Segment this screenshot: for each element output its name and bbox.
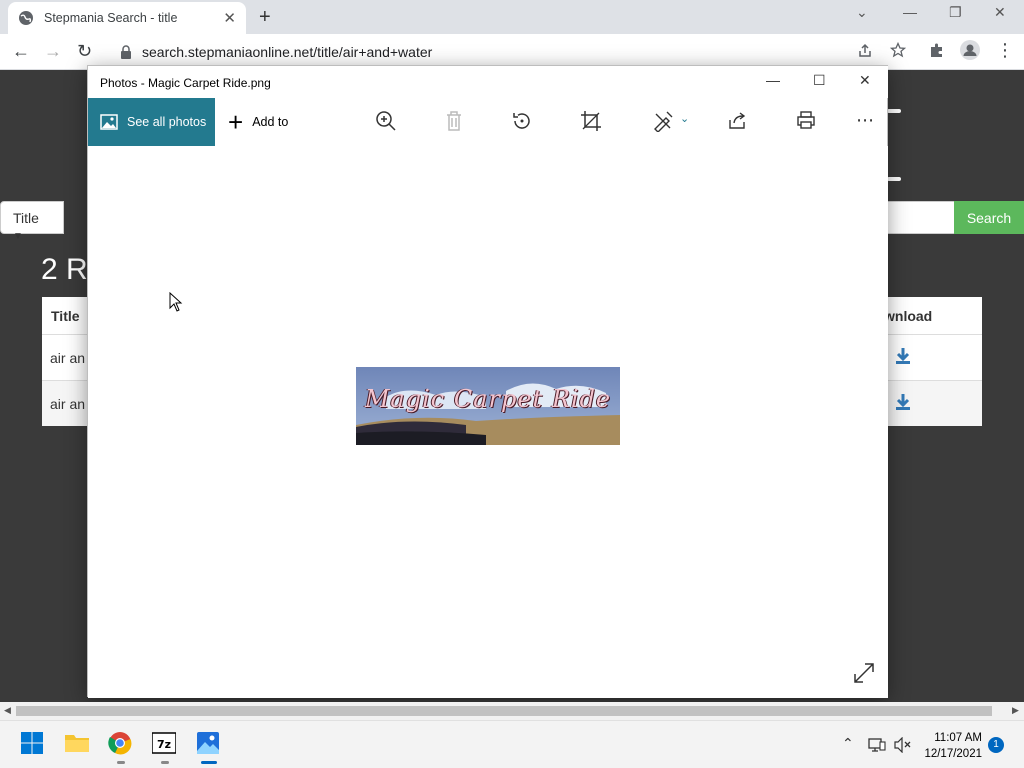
svg-text:7z: 7z	[157, 738, 171, 751]
search-field-dropdown[interactable]: Title ▼	[0, 201, 64, 242]
dropdown-label: Title	[13, 210, 39, 226]
delete-trash-icon[interactable]	[445, 110, 463, 132]
column-header-download: wnload	[884, 308, 933, 324]
active-indicator	[201, 761, 217, 764]
photos-titlebar: Photos - Magic Carpet Ride.png — ☐ ✕	[88, 66, 888, 98]
horizontal-scrollbar[interactable]: ◀ ▶	[0, 702, 1024, 720]
magic-carpet-ride-image: Magic Carpet Ride	[356, 367, 620, 445]
bookmark-star-icon[interactable]	[890, 42, 906, 58]
browser-tab[interactable]: Stepmania Search - title ✕	[8, 2, 246, 34]
photos-gallery-icon	[100, 114, 118, 130]
search-button[interactable]: Search	[954, 201, 1024, 234]
results-heading: 2 R	[41, 253, 88, 286]
7zip-icon: 7z	[151, 732, 177, 754]
notification-badge[interactable]: 1	[988, 737, 1004, 753]
nav-toggle-bar	[887, 177, 901, 181]
see-all-photos-label: See all photos	[127, 115, 207, 129]
see-all-photos-button[interactable]: See all photos	[88, 98, 215, 146]
share-icon[interactable]	[728, 110, 748, 130]
address-bar[interactable]: search.stepmaniaonline.net/title/air+and…	[110, 38, 890, 66]
photos-maximize-icon[interactable]: ☐	[813, 72, 826, 89]
system-clock[interactable]: 11:07 AM 12/17/2021	[920, 730, 982, 762]
row-title[interactable]: air an	[50, 396, 85, 412]
running-indicator	[161, 761, 169, 764]
photos-app-window: Photos - Magic Carpet Ride.png — ☐ ✕ See…	[87, 65, 888, 698]
photos-window-title: Photos - Magic Carpet Ride.png	[100, 76, 271, 90]
caret-down-icon: ▼	[13, 231, 23, 242]
back-icon[interactable]: ←	[12, 41, 30, 62]
scroll-left-icon[interactable]: ◀	[4, 705, 11, 716]
globe-icon	[19, 11, 33, 25]
restore-icon[interactable]: ❐	[949, 4, 962, 21]
browser-tab-strip: Stepmania Search - title ✕ + ⌄ — ❐ ✕	[0, 0, 1024, 34]
browser-menu-icon[interactable]: ⋮	[996, 40, 1014, 61]
tab-title: Stepmania Search - title	[44, 11, 178, 25]
7zip-button[interactable]: 7z	[151, 731, 178, 764]
column-header-title: Title	[51, 308, 80, 324]
row-title[interactable]: air an	[50, 350, 85, 366]
photos-close-icon[interactable]: ✕	[859, 72, 871, 89]
add-to-button[interactable]: + Add to	[228, 98, 288, 146]
crop-icon[interactable]	[580, 110, 602, 132]
photos-toolbar: See all photos + Add to ⌄ ⋯	[88, 98, 888, 146]
photos-app-icon	[197, 732, 219, 754]
scroll-right-icon[interactable]: ▶	[1012, 705, 1019, 716]
volume-muted-icon[interactable]	[894, 737, 912, 753]
image-title-text: Magic Carpet Ride	[364, 385, 612, 413]
chevron-down-icon[interactable]: ⌄	[680, 112, 689, 125]
chrome-button[interactable]	[108, 731, 134, 764]
close-window-icon[interactable]: ✕	[994, 4, 1006, 21]
print-icon[interactable]	[796, 110, 816, 130]
show-hidden-icons-chevron-icon[interactable]: ⌃	[842, 735, 854, 752]
clock-date: 12/17/2021	[924, 748, 982, 760]
clock-time: 11:07 AM	[934, 732, 982, 744]
windows-taskbar: 7z ⌃ 11:07 AM 12/17/2021 1	[0, 720, 1024, 768]
profile-avatar-icon[interactable]	[960, 40, 980, 60]
lock-icon	[121, 45, 131, 59]
reload-icon[interactable]: ↻	[77, 41, 92, 62]
forward-icon[interactable]: →	[44, 41, 62, 62]
edit-draw-icon[interactable]	[652, 110, 674, 132]
network-icon[interactable]	[868, 737, 886, 753]
photos-minimize-icon[interactable]: —	[766, 72, 780, 88]
download-icon[interactable]	[894, 393, 912, 411]
tab-search-chevron-icon[interactable]: ⌄	[856, 4, 868, 21]
more-options-icon[interactable]: ⋯	[856, 110, 874, 131]
download-icon[interactable]	[894, 347, 912, 365]
nav-toggle-bar	[887, 109, 901, 113]
windows-logo-icon	[21, 732, 43, 754]
start-button[interactable]	[20, 731, 46, 757]
fullscreen-expand-icon[interactable]	[853, 662, 875, 684]
mouse-cursor-icon	[169, 292, 183, 312]
file-explorer-button[interactable]	[64, 731, 90, 757]
chrome-icon	[108, 732, 132, 755]
scrollbar-thumb[interactable]	[16, 706, 992, 716]
share-icon[interactable]	[857, 42, 873, 58]
zoom-in-icon[interactable]	[375, 110, 397, 132]
new-tab-icon[interactable]: +	[259, 6, 271, 29]
minimize-icon[interactable]: —	[903, 4, 917, 20]
folder-icon	[65, 735, 89, 752]
search-input[interactable]	[886, 201, 956, 234]
photo-canvas: Magic Carpet Ride	[88, 146, 888, 698]
add-to-label: Add to	[252, 115, 289, 129]
plus-icon: +	[228, 107, 244, 137]
rotate-icon[interactable]	[511, 110, 533, 132]
photos-taskbar-button[interactable]	[196, 731, 222, 764]
url-text: search.stepmaniaonline.net/title/air+and…	[142, 44, 433, 60]
running-indicator	[117, 761, 125, 764]
extensions-puzzle-icon[interactable]	[929, 42, 945, 58]
tab-close-icon[interactable]: ✕	[223, 9, 236, 27]
